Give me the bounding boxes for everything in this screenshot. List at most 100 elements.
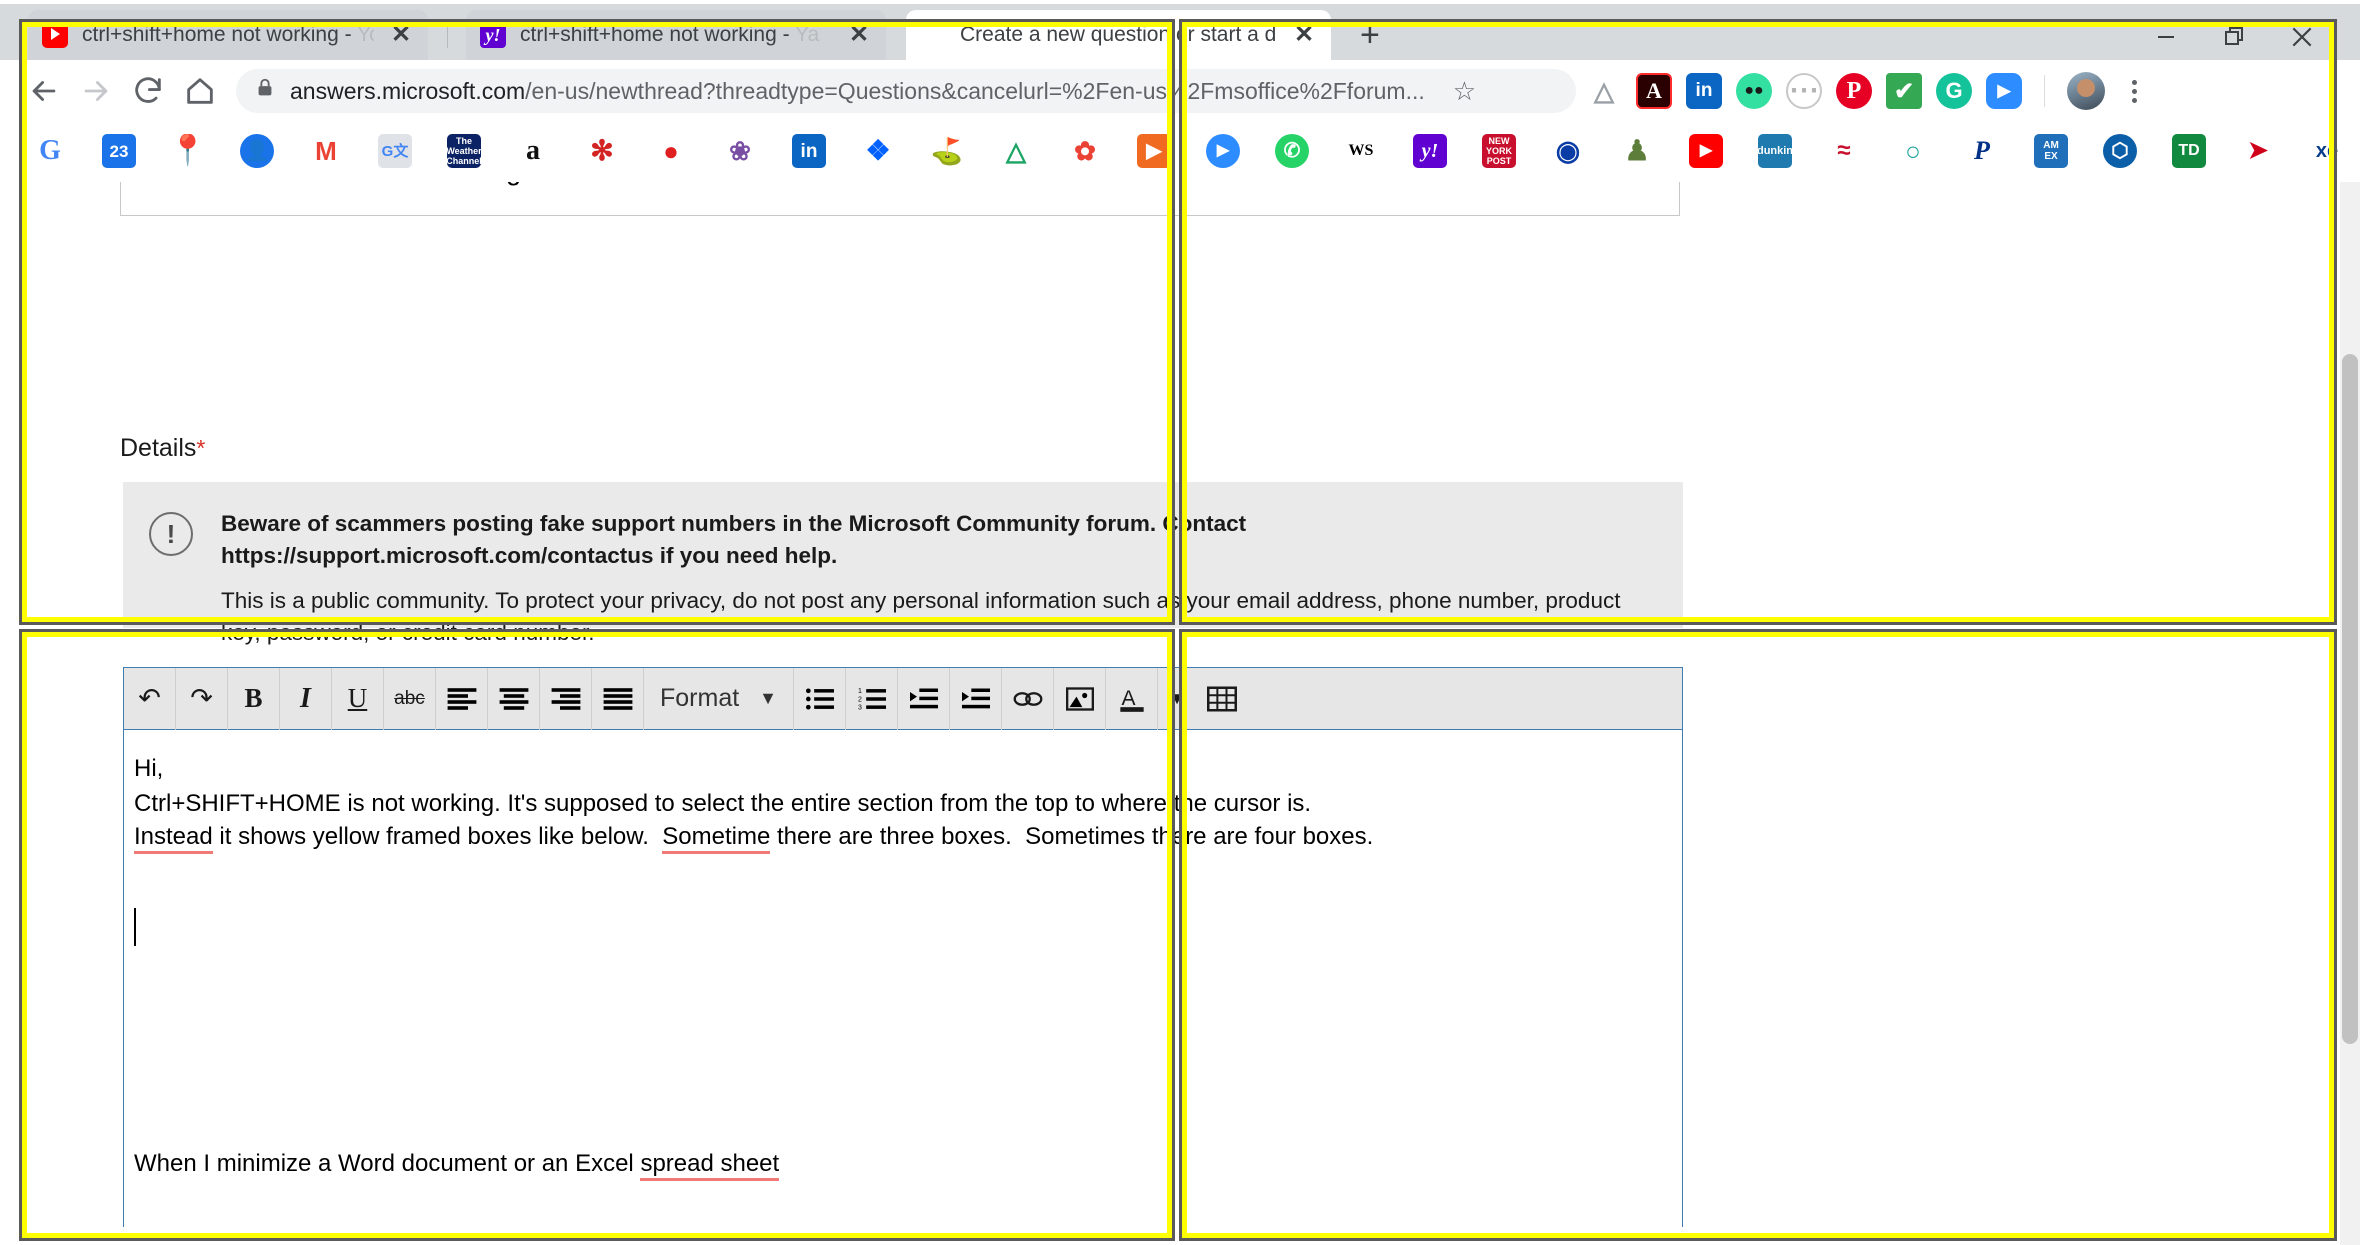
bookmark-american-express[interactable]: AMEX (2031, 132, 2071, 170)
bookmark-google-drive[interactable]: △ (996, 132, 1036, 170)
link-icon[interactable] (1002, 668, 1054, 730)
browser-tab-2[interactable]: Create a new question or start a d ✕ (906, 10, 1331, 60)
bookmark-yelp[interactable]: ✻ (582, 132, 622, 170)
bookmark-star-icon[interactable]: ☆ (1453, 76, 1476, 107)
bookmark-xe-currency[interactable]: xe (2307, 132, 2347, 170)
browser-tab-1[interactable]: y! ctrl+shift+home not working - Ya ✕ (466, 10, 886, 60)
close-tab-icon-0[interactable]: ✕ (388, 22, 414, 48)
chat-bubble-extension-icon[interactable]: ⋯ (1786, 73, 1822, 109)
page-scrollbar-thumb[interactable] (2342, 354, 2358, 1044)
bookmark-red-circle-site[interactable]: ● (651, 132, 691, 170)
tab-strip: ctrl+shift+home not working - Yo ✕ y! ct… (0, 4, 2360, 60)
italic-icon[interactable]: I (280, 668, 332, 730)
bookmark-youtube[interactable]: ▶ (1686, 132, 1726, 170)
outdent-icon[interactable] (950, 668, 1002, 730)
rich-text-editor[interactable]: ↶ ↷ B I U abc Format (123, 667, 1683, 1227)
linkedin-extension-icon[interactable]: in (1686, 73, 1722, 109)
lock-icon (254, 77, 276, 105)
pinterest-extension-icon[interactable]: P (1836, 73, 1872, 109)
bookmark-yahoo[interactable]: y! (1410, 132, 1450, 170)
google-drive-extension-icon[interactable]: △ (1586, 73, 1622, 109)
justify-icon[interactable] (592, 668, 644, 730)
redo-icon[interactable]: ↷ (176, 668, 228, 730)
bookmark-google-photos[interactable]: ✿ (1065, 132, 1105, 170)
bookmark-nbc[interactable]: ❀ (720, 132, 760, 170)
bookmark-amazon[interactable]: a (513, 132, 553, 170)
tab-title-2: Create a new question or start a d (960, 22, 1277, 48)
bookmark-golf-site[interactable]: ⛳ (927, 132, 967, 170)
close-tab-icon-2[interactable]: ✕ (1291, 22, 1317, 48)
window-controls (2132, 20, 2336, 54)
url-text: answers.microsoft.com/en-us/newthread?th… (290, 78, 1425, 105)
home-button[interactable] (174, 65, 226, 117)
editor-body[interactable]: Hi, Ctrl+SHIFT+HOME is not working. It's… (124, 730, 1682, 1227)
bookmark-google-translate[interactable]: G文 (375, 132, 415, 170)
checkmark-extension-icon[interactable]: ✔ (1886, 73, 1922, 109)
align-right-icon[interactable] (540, 668, 592, 730)
minimize-button[interactable] (2132, 20, 2200, 54)
align-center-icon[interactable] (488, 668, 540, 730)
bookmark-google-calendar[interactable]: 23 (99, 132, 139, 170)
bookmark-google-contacts[interactable]: 👤 (237, 132, 277, 170)
undo-icon[interactable]: ↶ (124, 668, 176, 730)
bullet-list-icon[interactable] (794, 668, 846, 730)
close-window-button[interactable] (2268, 20, 2336, 54)
bookmark-chase[interactable]: ⬡ (2100, 132, 2140, 170)
format-dropdown[interactable]: Format ▼ (644, 668, 794, 730)
grammarly-extension-icon[interactable]: G (1936, 73, 1972, 109)
bookmark-new-york-post[interactable]: NEWYORKPOST (1479, 132, 1519, 170)
bookmark-cbs[interactable]: ◉ (1548, 132, 1588, 170)
numbered-list-icon[interactable]: 123 (846, 668, 898, 730)
question-title-input[interactable]: Ctrl+SHIFT+HOME not working (120, 182, 1680, 216)
bookmark-google[interactable]: G (30, 132, 70, 170)
adobe-acrobat-extension-icon[interactable]: A (1636, 73, 1672, 109)
editor-line-2: Instead it shows yellow framed boxes lik… (134, 820, 1682, 853)
align-left-icon[interactable] (436, 668, 488, 730)
tripadvisor-extension-icon[interactable]: ●● (1736, 73, 1772, 109)
chrome-menu-kebab-icon[interactable] (2119, 80, 2149, 103)
reload-button[interactable] (122, 65, 174, 117)
bookmark-delta-airlines[interactable]: ≈ (1824, 132, 1864, 170)
format-dropdown-label: Format (660, 684, 739, 713)
underline-icon[interactable]: U (332, 668, 384, 730)
editor-line-2-end: there are three boxes. Sometimes there a… (770, 823, 1373, 850)
editor-line-1: Ctrl+SHIFT+HOME is not working. It's sup… (134, 787, 1682, 820)
bookmark-whatsapp[interactable]: ✆ (1272, 132, 1312, 170)
page-scrollbar-track[interactable] (2340, 182, 2360, 1245)
table-icon[interactable] (1196, 668, 1248, 730)
bookmark-mint[interactable]: ○ (1893, 132, 1933, 170)
editor-line-0: Hi, (134, 752, 1682, 785)
close-tab-icon-1[interactable]: ✕ (846, 22, 872, 48)
bookmark-google-maps[interactable]: 📍 (168, 132, 208, 170)
details-label: Details* (120, 434, 205, 463)
indent-icon[interactable] (898, 668, 950, 730)
bookmark-td-bank[interactable]: TD (2169, 132, 2209, 170)
text-color-icon[interactable]: A (1106, 668, 1158, 730)
bookmark-paypal[interactable]: P (1962, 132, 2002, 170)
browser-tab-0[interactable]: ctrl+shift+home not working - Yo ✕ (28, 10, 428, 60)
bookmark-red-arrow-site[interactable]: ➤ (2238, 132, 2278, 170)
back-button[interactable] (18, 65, 70, 117)
chevron-down-icon: ▼ (759, 688, 777, 709)
forward-button[interactable] (70, 65, 122, 117)
bookmark-zoom[interactable]: ▶ (1203, 132, 1243, 170)
profile-avatar[interactable] (2067, 72, 2105, 110)
bookmark-linkedin[interactable]: in (789, 132, 829, 170)
bookmark-orange-play-site[interactable]: ▶ (1134, 132, 1174, 170)
strikethrough-icon[interactable]: abc (384, 668, 436, 730)
bookmark-wall-street-journal[interactable]: WS (1341, 132, 1381, 170)
zoom-extension-icon[interactable]: ▶ (1986, 73, 2022, 109)
bookmark-weather-channel[interactable]: TheWeatherChannel (444, 132, 484, 170)
bold-icon[interactable]: B (228, 668, 280, 730)
page-content: Ctrl+SHIFT+HOME not working Details* ! B… (0, 182, 2360, 1245)
new-tab-button[interactable]: + (1360, 20, 1380, 50)
restore-button[interactable] (2200, 20, 2268, 54)
bookmark-chess-site[interactable]: ♟ (1617, 132, 1657, 170)
bookmark-dunkin[interactable]: dunkin (1755, 132, 1795, 170)
image-icon[interactable] (1054, 668, 1106, 730)
more-dropdown-icon[interactable]: ▼ (1158, 668, 1196, 730)
bookmark-gmail[interactable]: M (306, 132, 346, 170)
bookmark-dropbox[interactable]: ❖ (858, 132, 898, 170)
scam-warning-banner: ! Beware of scammers posting fake suppor… (123, 482, 1683, 628)
address-bar[interactable]: answers.microsoft.com/en-us/newthread?th… (236, 69, 1576, 113)
